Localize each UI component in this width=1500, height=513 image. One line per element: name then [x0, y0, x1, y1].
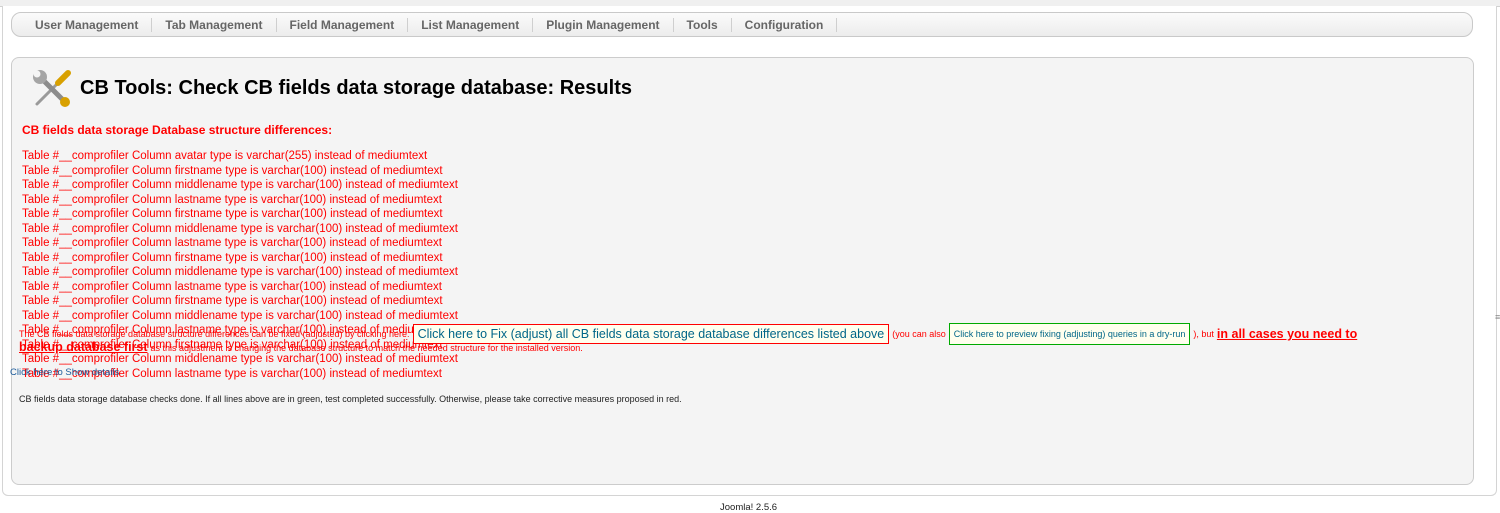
difference-line: Table #__comprofiler Column lastname typ… [22, 193, 442, 206]
dry-run-preview-button[interactable]: Click here to preview fixing (adjusting)… [948, 323, 1191, 345]
difference-line: Table #__comprofiler Column avatar type … [22, 150, 428, 162]
difference-line: Table #__comprofiler Column middlename t… [22, 353, 458, 365]
after-warning-text: as this adjustment is changing the datab… [150, 343, 583, 353]
differences-heading: CB fields data storage Database structur… [22, 123, 333, 137]
tools-icon [33, 70, 71, 107]
menu-list-management[interactable]: List Management [408, 17, 534, 32]
status-message: CB fields data storage database checks d… [19, 394, 682, 404]
menu-plugin-management[interactable]: Plugin Management [533, 17, 674, 32]
menu-tools[interactable]: Tools [674, 17, 732, 32]
fix-instructions-continued: backup database first as this adjustment… [19, 340, 583, 354]
difference-line: Table #__comprofiler Column firstname ty… [22, 164, 443, 177]
difference-line: Table #__comprofiler Column firstname ty… [22, 251, 443, 264]
menu-configuration[interactable]: Configuration [732, 17, 838, 32]
difference-line: Table #__comprofiler Column firstname ty… [22, 208, 443, 220]
resize-grip-icon: ≡ [1495, 312, 1500, 322]
footer-version: Joomla! 2.5.6 [720, 502, 778, 513]
difference-line: Table #__comprofiler Column firstname ty… [22, 295, 443, 307]
page-title: CB Tools: Check CB fields data storage d… [80, 77, 632, 99]
results-panel: CB Tools: Check CB fields data storage d… [11, 57, 1474, 485]
also-text: (you can also [892, 329, 946, 339]
backup-warning-part2: backup database first [19, 340, 148, 354]
fix-intro-text: The CB fields data storage database stru… [19, 329, 410, 339]
menu-user-management[interactable]: User Management [22, 17, 153, 32]
backup-warning-part1: in all cases you need to [1216, 327, 1358, 341]
menu-tab-management[interactable]: Tab Management [152, 17, 277, 32]
difference-line: Table #__comprofiler Column middlename t… [22, 266, 458, 278]
difference-line: Table #__comprofiler Column middlename t… [22, 309, 458, 322]
menu-field-management[interactable]: Field Management [277, 17, 409, 32]
but-text: ), but [1193, 329, 1214, 339]
difference-line: Table #__comprofiler Column middlename t… [22, 179, 458, 191]
difference-line: Table #__comprofiler Column lastname typ… [22, 237, 442, 249]
cb-menu-bar: User Management Tab Management Field Man… [11, 12, 1473, 37]
difference-line: Table #__comprofiler Column middlename t… [22, 222, 458, 235]
show-details-link[interactable]: Click here to Show details [10, 367, 119, 378]
difference-line: Table #__comprofiler Column lastname typ… [22, 280, 442, 293]
